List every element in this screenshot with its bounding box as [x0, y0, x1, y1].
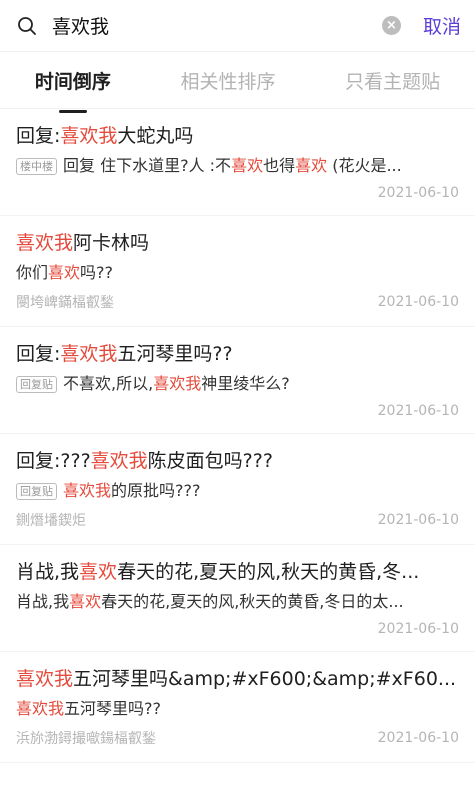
- search-icon: [16, 15, 38, 37]
- result-item[interactable]: 喜欢我五河琴里吗&amp;#xF600;&amp;#xF60... 喜欢我五河琴里…: [0, 652, 475, 763]
- result-snippet: 喜欢我五河琴里吗??: [16, 698, 459, 720]
- text-run: 神里绫华么?: [201, 374, 290, 393]
- result-meta: 2021-06-10: [16, 185, 459, 215]
- keyword-highlight: 喜欢我: [16, 668, 74, 690]
- result-item[interactable]: 肖战,我喜欢春天的花,夏天的风,秋天的黄昏,冬... 肖战,我喜欢春天的花,夏天的…: [0, 545, 475, 652]
- tab-time-desc[interactable]: 时间倒序: [29, 57, 117, 104]
- text-run: 你们: [16, 263, 49, 282]
- result-meta: 鍘熸墦鍥炬 2021-06-10: [16, 510, 459, 544]
- snippet-text: 喜欢我的原批吗???: [63, 480, 201, 502]
- result-title: 肖战,我喜欢春天的花,夏天的风,秋天的黄昏,冬...: [16, 545, 459, 585]
- text-run: 的原批吗???: [111, 481, 201, 500]
- text-run: 吗??: [80, 263, 114, 282]
- clear-icon[interactable]: ×: [381, 16, 401, 35]
- text-run: 大蛇丸吗: [117, 125, 194, 147]
- snippet-text: 回复 住下水道里?人 :不喜欢也得喜欢 (花火是...: [63, 155, 402, 177]
- text-run: 五河琴里吗&amp;#xF600;&amp;#xF60...: [73, 668, 457, 690]
- result-title: 喜欢我五河琴里吗&amp;#xF600;&amp;#xF60...: [16, 652, 459, 692]
- text-run: 五河琴里吗??: [117, 343, 233, 365]
- cancel-button[interactable]: 取消: [423, 12, 461, 39]
- result-item[interactable]: 回复:喜欢我五河琴里吗?? 回复贴 不喜欢,所以,喜欢我神里绫华么? 2021-06-…: [0, 327, 475, 434]
- post-date: 2021-06-10: [377, 621, 459, 637]
- keyword-highlight: 喜欢: [48, 263, 81, 282]
- result-item[interactable]: 回复:喜欢我大蛇丸吗 楼中楼 回复 住下水道里?人 :不喜欢也得喜欢 (花火是...…: [0, 109, 475, 216]
- text-run: 阿卡林吗: [73, 232, 150, 254]
- post-date: 2021-06-10: [377, 512, 459, 528]
- keyword-highlight: 喜欢: [69, 592, 102, 611]
- result-snippet: 你们喜欢吗??: [16, 262, 459, 284]
- post-date: 2021-06-10: [377, 185, 459, 201]
- text-run: 陈皮面包吗???: [147, 450, 273, 472]
- tab-topic-only[interactable]: 只看主题贴: [339, 57, 446, 104]
- snippet-text: 不喜欢,所以,喜欢我神里绫华么?: [63, 373, 290, 395]
- snippet-text: 肖战,我喜欢春天的花,夏天的风,秋天的黄昏,冬日的太...: [16, 591, 404, 613]
- keyword-highlight: 喜欢我: [16, 232, 74, 254]
- text-run: 肖战,我: [16, 592, 70, 611]
- keyword-highlight: 喜欢我: [63, 481, 112, 500]
- text-run: 春天的花,夏天的风,秋天的黄昏,冬日的太...: [101, 592, 404, 611]
- author-name[interactable]: 浜旀渤鐞撮噷鍚楅叡鍫: [16, 728, 156, 748]
- snippet-text: 喜欢我五河琴里吗??: [16, 698, 161, 720]
- text-run: 五河琴里吗??: [64, 699, 162, 718]
- search-input[interactable]: [52, 14, 382, 37]
- author-name[interactable]: 鍘熸墦鍥炬: [16, 510, 86, 530]
- result-snippet: 楼中楼 回复 住下水道里?人 :不喜欢也得喜欢 (花火是...: [16, 155, 459, 177]
- result-item[interactable]: 喜欢我阿卡林吗你们喜欢吗?? 閿垮崥鏋楅叡鍫 2021-06-10: [0, 216, 475, 327]
- keyword-highlight: 喜欢我: [90, 450, 148, 472]
- post-type-badge: 楼中楼: [16, 157, 57, 175]
- result-meta: 閿垮崥鏋楅叡鍫 2021-06-10: [16, 292, 459, 326]
- result-title: 回复:喜欢我大蛇丸吗: [16, 109, 459, 149]
- text-run: 回复 住下水道里?人 :不: [63, 156, 232, 175]
- text-run: (花火是...: [327, 156, 402, 175]
- result-title: 回复:喜欢我五河琴里吗??: [16, 327, 459, 367]
- result-meta: 2021-06-10: [16, 403, 459, 433]
- result-meta: 2021-06-10: [16, 621, 459, 651]
- post-date: 2021-06-10: [377, 403, 459, 419]
- keyword-highlight: 喜欢: [79, 561, 118, 583]
- keyword-highlight: 喜欢: [295, 156, 328, 175]
- result-title: 喜欢我阿卡林吗: [16, 216, 459, 256]
- snippet-text: 你们喜欢吗??: [16, 262, 113, 284]
- text-run: 春天的花,夏天的风,秋天的黄昏,冬...: [117, 561, 420, 583]
- text-run: 肖战,我: [16, 561, 80, 583]
- post-date: 2021-06-10: [377, 294, 459, 310]
- results-list: 回复:喜欢我大蛇丸吗 楼中楼 回复 住下水道里?人 :不喜欢也得喜欢 (花火是...…: [0, 109, 475, 763]
- text-run: 回复:???: [16, 450, 91, 472]
- sort-tabs: 时间倒序 相关性排序 只看主题贴: [0, 52, 475, 109]
- result-title: 回复:???喜欢我陈皮面包吗???: [16, 434, 459, 474]
- post-type-badge: 回复贴: [16, 375, 57, 393]
- post-type-badge: 回复贴: [16, 482, 57, 500]
- result-snippet: 回复贴 不喜欢,所以,喜欢我神里绫华么?: [16, 373, 459, 395]
- keyword-highlight: 喜欢我: [16, 699, 65, 718]
- search-bar: × 取消: [0, 0, 475, 52]
- author-name[interactable]: 閿垮崥鏋楅叡鍫: [16, 292, 114, 312]
- post-date: 2021-06-10: [377, 730, 459, 746]
- text-run: 回复:: [16, 343, 61, 365]
- keyword-highlight: 喜欢我: [153, 374, 202, 393]
- keyword-highlight: 喜欢我: [60, 125, 118, 147]
- result-meta: 浜旀渤鐞撮噷鍚楅叡鍫 2021-06-10: [16, 728, 459, 762]
- tab-relevance[interactable]: 相关性排序: [174, 57, 281, 104]
- keyword-highlight: 喜欢: [231, 156, 264, 175]
- keyword-highlight: 喜欢我: [60, 343, 118, 365]
- text-run: 也得: [263, 156, 296, 175]
- result-snippet: 回复贴 喜欢我的原批吗???: [16, 480, 459, 502]
- result-snippet: 肖战,我喜欢春天的花,夏天的风,秋天的黄昏,冬日的太...: [16, 591, 459, 613]
- text-run: 回复:: [16, 125, 61, 147]
- text-run: 不喜欢,所以,: [63, 374, 154, 393]
- result-item[interactable]: 回复:???喜欢我陈皮面包吗??? 回复贴 喜欢我的原批吗??? 鍘熸墦鍥炬 2021-…: [0, 434, 475, 545]
